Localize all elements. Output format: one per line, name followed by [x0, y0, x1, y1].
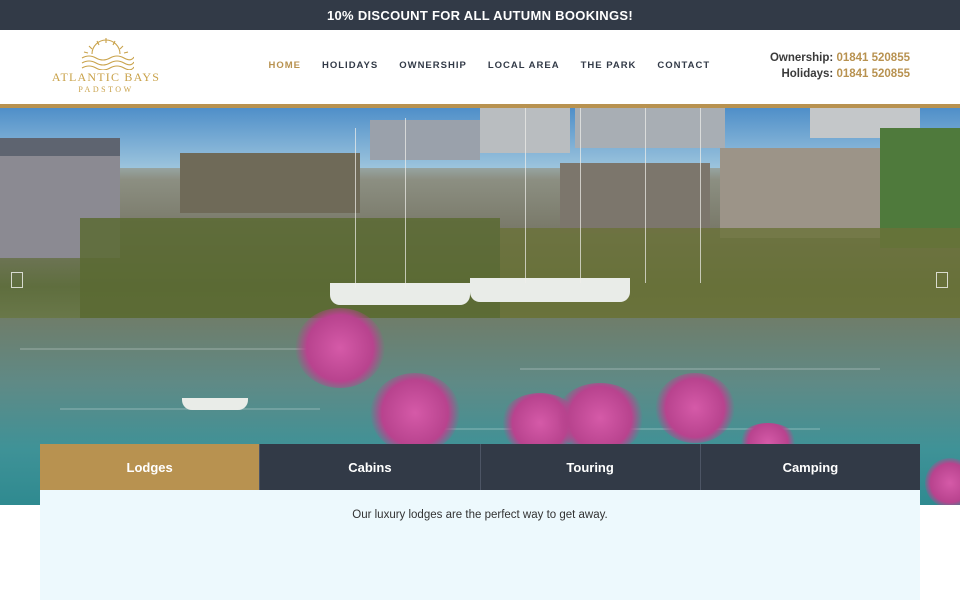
- hero-flower: [295, 308, 385, 388]
- nav-contact[interactable]: CONTACT: [647, 60, 721, 71]
- logo-name: ATLANTIC BAYS: [51, 70, 161, 84]
- logo-subtitle: PADSTOW: [78, 85, 134, 94]
- nav-the-park[interactable]: THE PARK: [570, 60, 647, 71]
- ownership-phone-link[interactable]: 01841 520855: [836, 52, 910, 64]
- hero-house: [0, 138, 120, 156]
- hero-mast: [645, 108, 646, 283]
- main-nav: HOME HOLIDAYS OWNERSHIP LOCAL AREA THE P…: [258, 30, 721, 100]
- nav-home[interactable]: HOME: [258, 60, 312, 71]
- accommodation-tabs: Lodges Cabins Touring Camping: [40, 444, 920, 490]
- hero-house: [720, 148, 890, 238]
- ownership-line: Ownership: 01841 520855: [770, 50, 910, 66]
- hero-boat: [182, 398, 248, 410]
- hero-mast: [355, 128, 356, 288]
- tab-camping[interactable]: Camping: [700, 444, 920, 490]
- hero-house: [180, 153, 360, 213]
- site-header: ATLANTIC BAYS PADSTOW HOME HOLIDAYS OWNE…: [0, 30, 960, 104]
- hero-flower: [370, 373, 460, 453]
- chevron-right-icon[interactable]: [936, 272, 948, 288]
- nav-ownership[interactable]: OWNERSHIP: [389, 60, 478, 71]
- site-logo[interactable]: ATLANTIC BAYS PADSTOW: [48, 36, 164, 98]
- announcement-bar: 10% DISCOUNT FOR ALL AUTUMN BOOKINGS!: [0, 0, 960, 30]
- hero-mast: [525, 108, 526, 283]
- hero-mast: [700, 108, 701, 283]
- hero-flower: [655, 373, 735, 443]
- hero-house: [560, 163, 710, 233]
- hero-house: [500, 228, 960, 318]
- hero-ripple: [520, 368, 880, 370]
- hero-house: [575, 108, 725, 148]
- tab-cabins[interactable]: Cabins: [260, 444, 481, 490]
- nav-holidays[interactable]: HOLIDAYS: [312, 60, 389, 71]
- nav-local-area[interactable]: LOCAL AREA: [477, 60, 570, 71]
- chevron-left-icon[interactable]: [11, 272, 23, 288]
- hero-boat: [330, 283, 470, 305]
- holidays-line: Holidays: 01841 520855: [770, 66, 910, 82]
- tab-lodges[interactable]: Lodges: [40, 444, 261, 490]
- tab-touring[interactable]: Touring: [480, 444, 701, 490]
- announcement-text: 10% DISCOUNT FOR ALL AUTUMN BOOKINGS!: [326, 7, 633, 23]
- holidays-phone-link[interactable]: 01841 520855: [836, 68, 910, 80]
- tab-panel: Our luxury lodges are the perfect way to…: [40, 490, 920, 600]
- contact-numbers: Ownership: 01841 520855 Holidays: 01841 …: [770, 50, 910, 82]
- hero-flower: [555, 383, 645, 453]
- hero-ripple: [20, 348, 320, 350]
- hero-boat: [470, 278, 630, 302]
- tab-panel-text: Our luxury lodges are the perfect way to…: [352, 509, 608, 521]
- hero-house: [370, 120, 480, 160]
- hero-mast: [580, 108, 581, 283]
- sunrise-waves-logo-icon: [81, 38, 134, 70]
- ownership-label: Ownership:: [769, 52, 834, 64]
- hero-mast: [405, 118, 406, 288]
- holidays-label: Holidays:: [781, 68, 834, 80]
